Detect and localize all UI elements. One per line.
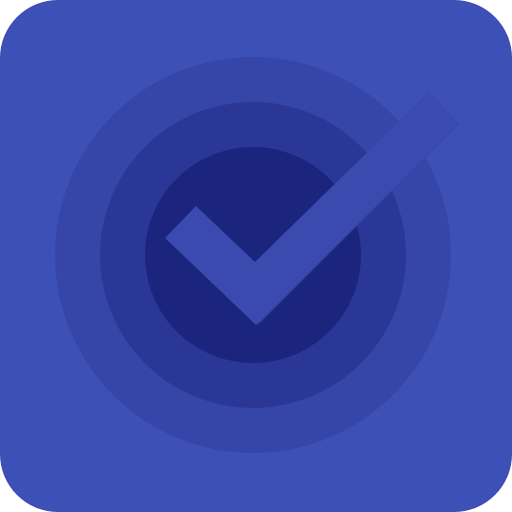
app-icon [0,0,512,512]
checkmark-target-icon [0,0,512,512]
target-ring-inner [145,147,361,363]
